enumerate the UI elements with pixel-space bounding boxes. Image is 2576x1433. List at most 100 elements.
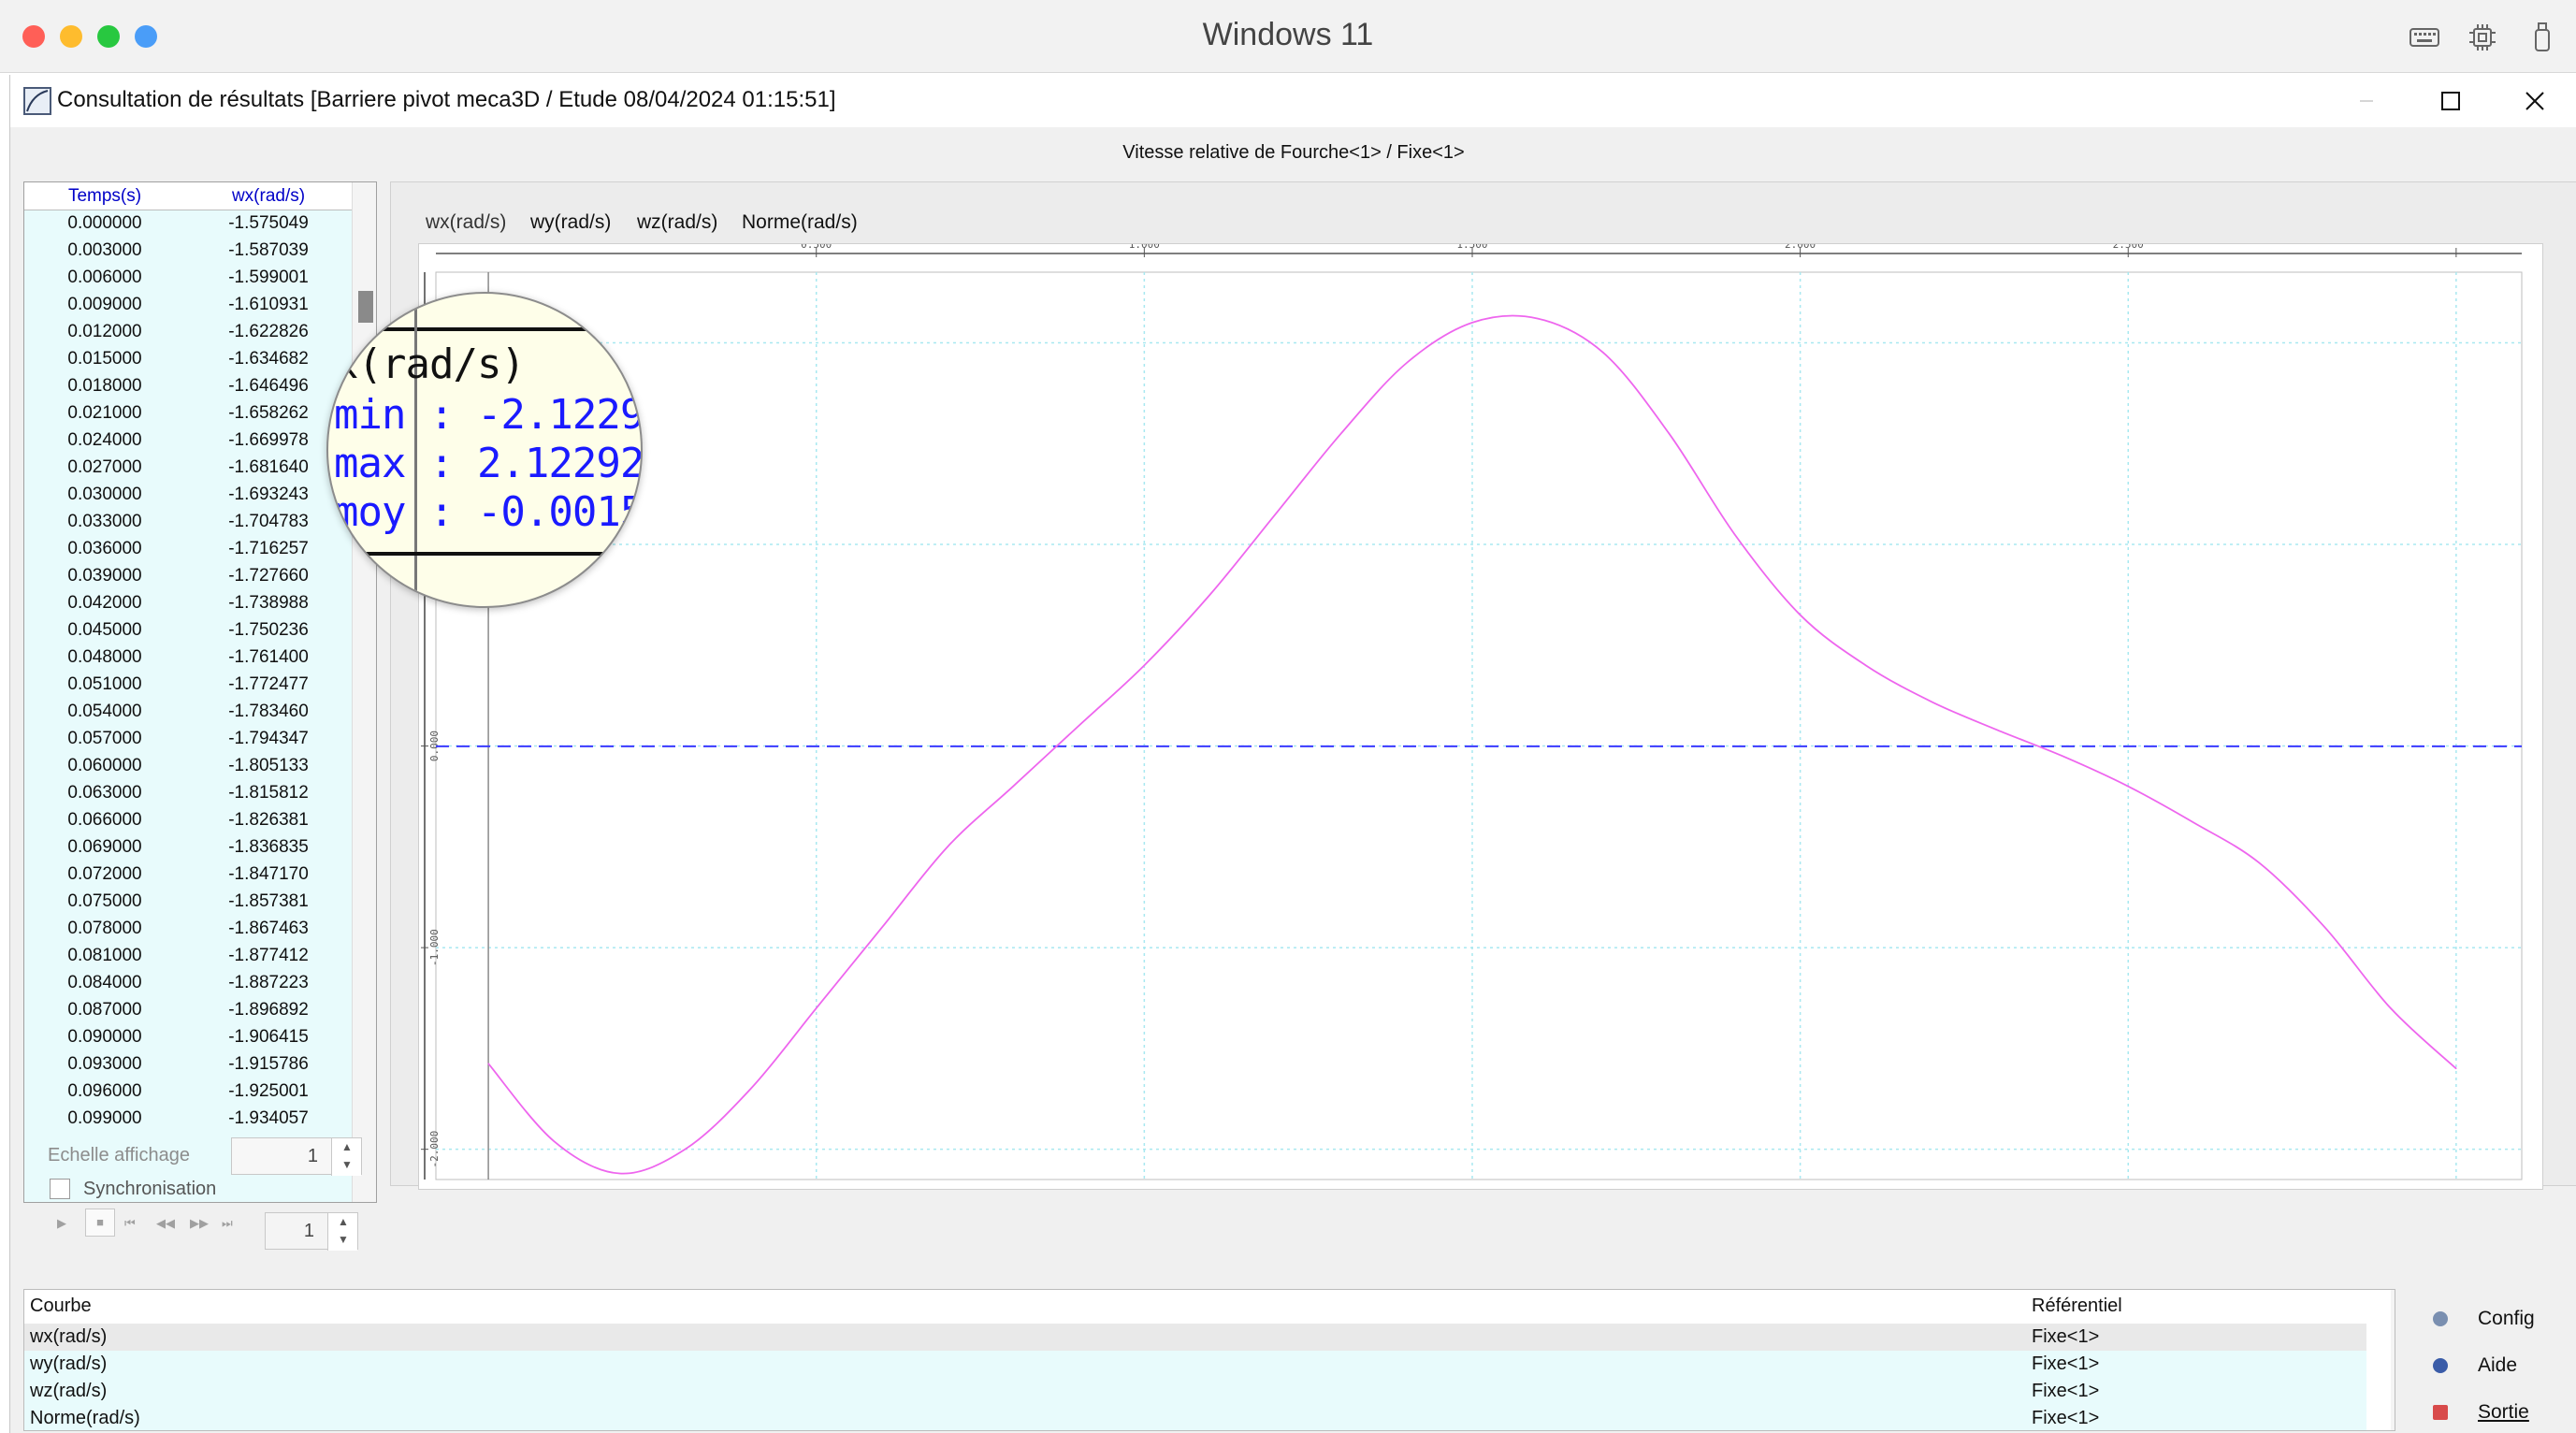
table-row[interactable]: 0.090000 -1.906415 bbox=[24, 1024, 352, 1051]
prev-frame-icon[interactable]: ◀◀ bbox=[156, 1216, 175, 1231]
minimize-icon[interactable] bbox=[2324, 75, 2409, 127]
exit-button[interactable]: Sortie bbox=[2422, 1394, 2576, 1431]
table-row[interactable]: 0.000000 -1.575049 bbox=[24, 210, 352, 238]
table-row[interactable]: 0.018000 -1.646496 bbox=[24, 373, 352, 400]
curve-list[interactable]: Courbe Référentiel wx(rad/s) Fixe<1> wy(ra… bbox=[23, 1289, 2395, 1431]
window-titlebar: Consultation de résultats [Barriere pivo… bbox=[10, 75, 2576, 127]
spin-up-icon[interactable]: ▲ bbox=[332, 1138, 362, 1156]
column-header-wx[interactable]: wx(rad/s) bbox=[185, 186, 352, 207]
curve-list-header-courbe: Courbe bbox=[30, 1295, 92, 1316]
curve-list-scrollbar[interactable] bbox=[2391, 1290, 2395, 1430]
cell-time: 0.069000 bbox=[67, 837, 142, 857]
table-row[interactable]: 0.009000 -1.610931 bbox=[24, 292, 352, 319]
cell-time: 0.006000 bbox=[67, 268, 142, 287]
cell-time: 0.042000 bbox=[67, 593, 142, 613]
table-row[interactable]: 0.063000 -1.815812 bbox=[24, 780, 352, 807]
table-row[interactable]: 0.045000 -1.750236 bbox=[24, 617, 352, 644]
table-row[interactable]: 0.099000 -1.934057 bbox=[24, 1106, 352, 1133]
play-icon[interactable]: ▶ bbox=[57, 1216, 66, 1231]
config-label: Config bbox=[2478, 1308, 2535, 1329]
next-frame-icon[interactable]: ▶▶ bbox=[190, 1216, 209, 1231]
spin-up-icon[interactable]: ▲ bbox=[328, 1213, 358, 1231]
chip-icon[interactable] bbox=[2466, 21, 2499, 54]
curve-list-row[interactable]: wz(rad/s) Fixe<1> bbox=[24, 1378, 2366, 1405]
table-row[interactable]: 0.015000 -1.634682 bbox=[24, 346, 352, 373]
spin-down-icon[interactable]: ▼ bbox=[332, 1156, 362, 1174]
app-chart-icon bbox=[23, 87, 51, 115]
table-row[interactable]: 0.087000 -1.896892 bbox=[24, 997, 352, 1024]
frame-value[interactable]: 1 bbox=[304, 1221, 314, 1242]
curve-list-row[interactable]: wy(rad/s) Fixe<1> bbox=[24, 1351, 2366, 1378]
plot-area[interactable]: 0.500 1.000 1.500 2.000 2.500 -2.000 -1.000 0.0… bbox=[418, 239, 2544, 1191]
column-header-time[interactable]: Temps(s) bbox=[24, 186, 185, 207]
tab-norme[interactable]: Norme(rad/s) bbox=[742, 211, 858, 234]
table-row[interactable]: 0.060000 -1.805133 bbox=[24, 753, 352, 780]
table-row[interactable]: 0.093000 -1.915786 bbox=[24, 1051, 352, 1078]
tab-wx[interactable]: wx(rad/s) bbox=[426, 211, 506, 234]
echelle-spin-arrows[interactable]: ▲ ▼ bbox=[331, 1138, 361, 1176]
table-row[interactable]: 0.072000 -1.847170 bbox=[24, 861, 352, 889]
table-row[interactable]: 0.084000 -1.887223 bbox=[24, 970, 352, 997]
table-row[interactable]: 0.051000 -1.772477 bbox=[24, 672, 352, 699]
keyboard-icon[interactable] bbox=[2408, 21, 2441, 54]
x-tick-label: 2.500 bbox=[2113, 244, 2144, 251]
cell-wx: -1.658262 bbox=[228, 403, 309, 423]
table-row[interactable]: 0.006000 -1.599001 bbox=[24, 265, 352, 292]
data-point bbox=[2390, 1007, 2392, 1009]
cell-wx: -1.783460 bbox=[228, 702, 309, 721]
usb-icon[interactable] bbox=[2525, 21, 2559, 54]
stop-icon[interactable]: ■ bbox=[85, 1209, 115, 1237]
cell-wx: -1.761400 bbox=[228, 647, 309, 667]
table-scrollbar[interactable] bbox=[352, 182, 376, 1202]
table-row[interactable]: 0.096000 -1.925001 bbox=[24, 1078, 352, 1106]
line-chart[interactable]: 0.500 1.000 1.500 2.000 2.500-2.000-1.0000.0… bbox=[419, 239, 2544, 1191]
cell-time: 0.015000 bbox=[67, 349, 142, 369]
cell-time: 0.078000 bbox=[67, 919, 142, 938]
help-button[interactable]: Aide bbox=[2422, 1347, 2576, 1384]
table-row[interactable]: 0.030000 -1.693243 bbox=[24, 482, 352, 509]
table-row[interactable]: 0.075000 -1.857381 bbox=[24, 889, 352, 916]
echelle-spinner[interactable]: 1 ▲ ▼ bbox=[231, 1137, 362, 1176]
plot-border bbox=[435, 271, 2523, 1180]
curve-list-row[interactable]: Norme(rad/s) Fixe<1> bbox=[24, 1405, 2366, 1430]
curve-name: wz(rad/s) bbox=[30, 1381, 108, 1401]
close-icon[interactable] bbox=[2493, 75, 2576, 127]
cell-time: 0.024000 bbox=[67, 430, 142, 450]
table-row[interactable]: 0.057000 -1.794347 bbox=[24, 726, 352, 753]
table-row[interactable]: 0.021000 -1.658262 bbox=[24, 400, 352, 427]
cell-wx: -1.805133 bbox=[228, 756, 309, 775]
table-row[interactable]: 0.039000 -1.727660 bbox=[24, 563, 352, 590]
magnifier-lens: x(rad/s) min : -2.122942 max : 2.122926 … bbox=[326, 292, 643, 608]
sync-checkbox[interactable] bbox=[50, 1179, 70, 1199]
table-row[interactable]: 0.081000 -1.877412 bbox=[24, 943, 352, 970]
last-frame-icon[interactable]: ⏭ bbox=[222, 1216, 233, 1231]
table-row[interactable]: 0.036000 -1.716257 bbox=[24, 536, 352, 563]
table-row[interactable]: 0.042000 -1.738988 bbox=[24, 590, 352, 617]
curve-list-row[interactable]: wx(rad/s) Fixe<1> bbox=[24, 1324, 2366, 1351]
x-tick-label: 2.000 bbox=[1785, 244, 1816, 251]
window-title: Consultation de résultats [Barriere pivo… bbox=[57, 87, 836, 112]
table-row[interactable]: 0.027000 -1.681640 bbox=[24, 455, 352, 482]
cell-wx: -1.622826 bbox=[228, 322, 309, 341]
maximize-icon[interactable] bbox=[2409, 75, 2493, 127]
tab-wz[interactable]: wz(rad/s) bbox=[637, 211, 717, 234]
tab-wy[interactable]: wy(rad/s) bbox=[530, 211, 611, 234]
table-row[interactable]: 0.054000 -1.783460 bbox=[24, 699, 352, 726]
table-row[interactable]: 0.048000 -1.761400 bbox=[24, 644, 352, 672]
table-row[interactable]: 0.003000 -1.587039 bbox=[24, 238, 352, 265]
table-row[interactable]: 0.024000 -1.669978 bbox=[24, 427, 352, 455]
table-row[interactable]: 0.012000 -1.622826 bbox=[24, 319, 352, 346]
table-row[interactable]: 0.069000 -1.836835 bbox=[24, 834, 352, 861]
table-row[interactable]: 0.033000 -1.704783 bbox=[24, 509, 352, 536]
config-button[interactable]: Config bbox=[2422, 1300, 2576, 1338]
cell-wx: -1.826381 bbox=[228, 810, 309, 830]
frame-spin-arrows[interactable]: ▲ ▼ bbox=[327, 1213, 357, 1251]
table-row[interactable]: 0.066000 -1.826381 bbox=[24, 807, 352, 834]
table-row[interactable]: 0.078000 -1.867463 bbox=[24, 916, 352, 943]
echelle-value[interactable]: 1 bbox=[308, 1146, 318, 1167]
table-scroll-thumb[interactable] bbox=[358, 291, 373, 323]
first-frame-icon[interactable]: ⏮ bbox=[124, 1216, 136, 1231]
spin-down-icon[interactable]: ▼ bbox=[328, 1231, 358, 1249]
frame-spinner[interactable]: 1 ▲ ▼ bbox=[265, 1212, 358, 1251]
data-table[interactable]: Temps(s) wx(rad/s) 0.000000 -1.575049 0.00… bbox=[23, 181, 377, 1203]
